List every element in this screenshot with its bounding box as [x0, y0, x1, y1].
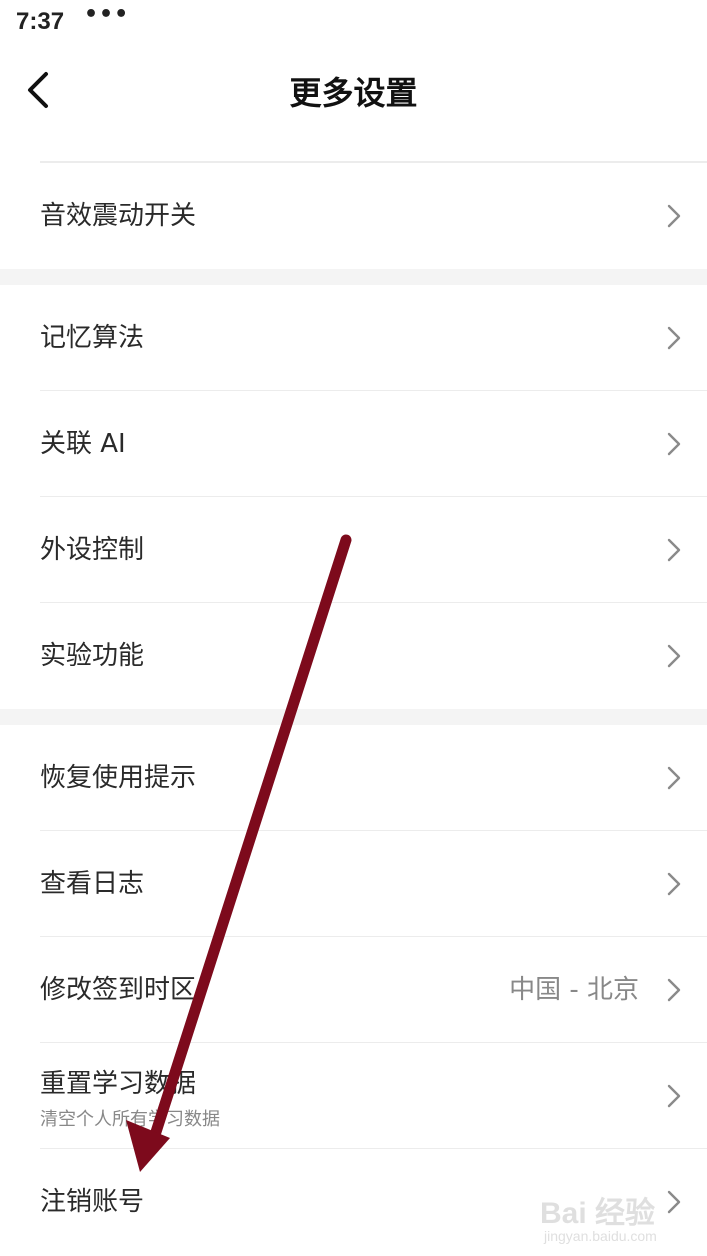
watermark-subtext: jingyan.baidu.com: [544, 1228, 657, 1244]
settings-item-label: 注销账号: [40, 1187, 145, 1217]
settings-item-label: 实验功能: [40, 641, 145, 671]
settings-item-memory-algorithm[interactable]: 记忆算法: [0, 285, 707, 392]
chevron-right-icon: [667, 644, 681, 668]
settings-item-label: 恢复使用提示: [40, 763, 197, 793]
settings-item-description: 清空个人所有学习数据: [40, 1109, 220, 1130]
chevron-right-icon: [667, 1084, 681, 1108]
settings-item-label: 查看日志: [40, 869, 145, 899]
section-separator: [0, 269, 707, 285]
chevron-right-icon: [667, 978, 681, 1002]
nav-bar: 更多设置: [0, 50, 707, 130]
page-title: 更多设置: [289, 74, 418, 112]
settings-item-link-ai[interactable]: 关联 AI: [0, 391, 707, 498]
settings-item-label: 记忆算法: [40, 323, 145, 353]
settings-item-label: 音效震动开关: [40, 201, 197, 231]
watermark-text: Bai 经验: [540, 1197, 656, 1230]
settings-item-label: 外设控制: [40, 535, 145, 565]
settings-item-restore-tips[interactable]: 恢复使用提示: [0, 725, 707, 832]
chevron-right-icon: [667, 538, 681, 562]
status-overflow-dots: •••: [84, 2, 130, 27]
settings-item-experimental[interactable]: 实验功能: [0, 603, 707, 709]
baidu-watermark: Bai 经验 jingyan.baidu.com: [540, 1180, 700, 1250]
timezone-value: 中国 - 北京: [509, 975, 639, 1005]
section-separator: [0, 709, 707, 725]
settings-item-reset-learning-data[interactable]: 重置学习数据 清空个人所有学习数据: [0, 1043, 707, 1150]
chevron-right-icon: [667, 204, 681, 228]
settings-item-label: 关联 AI: [40, 429, 126, 459]
status-time: 7:37: [16, 8, 65, 35]
settings-item-sound-vibration[interactable]: 音效震动开关: [0, 163, 707, 269]
chevron-right-icon: [667, 432, 681, 456]
chevron-right-icon: [667, 872, 681, 896]
status-bar: 7:37 •••: [0, 0, 707, 50]
chevron-right-icon: [667, 766, 681, 790]
settings-item-view-logs[interactable]: 查看日志: [0, 831, 707, 938]
settings-item-label: 修改签到时区: [40, 975, 197, 1005]
chevron-right-icon: [667, 326, 681, 350]
settings-item-peripheral-control[interactable]: 外设控制: [0, 497, 707, 604]
settings-item-label: 重置学习数据: [40, 1069, 197, 1099]
settings-item-checkin-timezone[interactable]: 修改签到时区 中国 - 北京: [0, 937, 707, 1044]
